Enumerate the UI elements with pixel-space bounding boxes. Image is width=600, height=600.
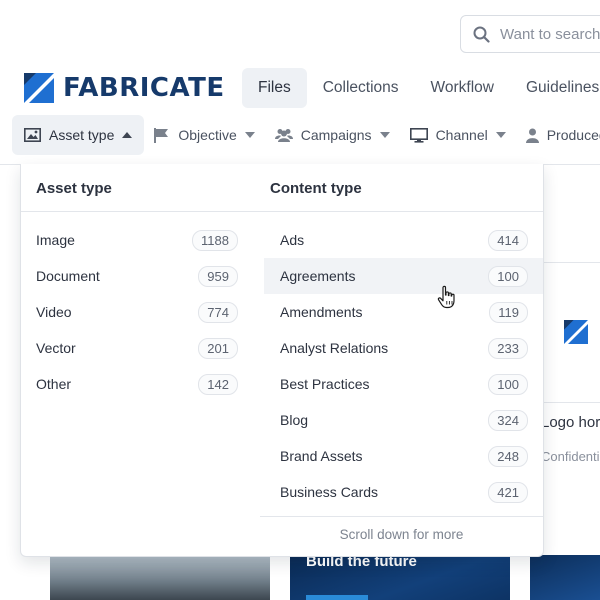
- option-label: Blog: [280, 412, 309, 428]
- option-count: 774: [198, 301, 238, 323]
- option-label: Ads: [280, 232, 305, 248]
- option-label: Image: [36, 232, 75, 248]
- option-ads[interactable]: Ads 414: [264, 222, 543, 258]
- option-vector[interactable]: Vector 201: [21, 330, 253, 366]
- option-count: 100: [488, 373, 528, 395]
- option-document[interactable]: Document 959: [21, 258, 253, 294]
- main-nav: Files Collections Workflow Guidelines: [242, 68, 600, 108]
- asset-card-subtitle: Confidenti: [541, 449, 600, 464]
- filter-bar: Asset type Objective Campaigns Channel P…: [12, 115, 600, 155]
- asset-thumbnail[interactable]: Build the future: [290, 555, 510, 600]
- option-count: 414: [488, 229, 528, 251]
- hand-pointer-cursor-icon: [437, 285, 457, 314]
- tab-workflow[interactable]: Workflow: [415, 68, 510, 108]
- user-icon: [525, 128, 539, 143]
- asset-type-heading: Asset type: [36, 180, 112, 197]
- caret-down-icon: [495, 132, 506, 138]
- option-count: 1188: [192, 229, 238, 251]
- tab-guidelines[interactable]: Guidelines: [510, 68, 600, 108]
- scroll-more-hint: Scroll down for more: [339, 527, 464, 542]
- filter-asset-type[interactable]: Asset type: [12, 115, 145, 155]
- search-box[interactable]: [460, 15, 600, 53]
- option-label: Agreements: [280, 268, 356, 284]
- option-other[interactable]: Other 142: [21, 366, 253, 402]
- option-count: 421: [488, 481, 528, 503]
- option-amendments[interactable]: Amendments 119: [264, 294, 543, 330]
- search-icon: [473, 26, 490, 43]
- brand-logo[interactable]: FABRICATE: [24, 73, 225, 103]
- option-label: Amendments: [280, 304, 363, 320]
- monitor-icon: [409, 127, 428, 143]
- flag-icon: [154, 127, 170, 143]
- option-count: 959: [198, 265, 238, 287]
- brand-name: FABRICATE: [63, 73, 225, 103]
- option-label: Business Cards: [280, 484, 379, 500]
- thumbnail-button-shape: [306, 595, 368, 600]
- content-type-heading: Content type: [270, 180, 362, 197]
- option-image[interactable]: Image 1188: [21, 222, 253, 258]
- filter-label: Objective: [178, 127, 237, 143]
- caret-down-icon: [379, 132, 390, 138]
- option-count: 142: [198, 373, 238, 395]
- dropdown-header-divider: [21, 211, 543, 212]
- scroll-more-divider: [260, 516, 543, 517]
- option-count: 201: [198, 337, 238, 359]
- option-analyst-relations[interactable]: Analyst Relations 233: [264, 330, 543, 366]
- tab-collections[interactable]: Collections: [307, 68, 415, 108]
- filter-label: Channel: [435, 127, 488, 143]
- option-count: 100: [488, 265, 528, 287]
- asset-card-logo-icon: [564, 320, 588, 349]
- filter-channel[interactable]: Channel: [400, 115, 516, 155]
- option-agreements[interactable]: Agreements 100: [264, 258, 543, 294]
- asset-thumbnail[interactable]: [530, 555, 600, 600]
- asset-thumbnail[interactable]: [50, 555, 270, 600]
- option-blog[interactable]: Blog 324: [264, 402, 543, 438]
- option-label: Best Practices: [280, 376, 370, 392]
- content-type-list: Ads 414 Agreements 100 Amendments 119 Analy…: [264, 222, 543, 510]
- option-label: Brand Assets: [280, 448, 363, 464]
- asset-card-divider: [541, 402, 600, 403]
- option-brand-assets[interactable]: Brand Assets 248: [264, 438, 543, 474]
- filter-label: Campaigns: [300, 127, 372, 143]
- image-icon: [24, 128, 41, 142]
- filter-label: Produced b: [546, 127, 600, 143]
- option-label: Analyst Relations: [280, 340, 389, 356]
- option-label: Video: [36, 304, 72, 320]
- option-count: 324: [488, 409, 528, 431]
- caret-up-icon: [122, 132, 133, 138]
- users-icon: [274, 128, 293, 142]
- option-count: 119: [489, 301, 528, 323]
- filter-campaigns[interactable]: Campaigns: [265, 115, 400, 155]
- tab-files[interactable]: Files: [242, 68, 307, 108]
- filter-objective[interactable]: Objective: [144, 115, 264, 155]
- filter-label: Asset type: [49, 127, 115, 143]
- option-label: Document: [36, 268, 100, 284]
- asset-card-title[interactable]: Logo hor: [541, 414, 600, 431]
- caret-down-icon: [244, 132, 255, 138]
- thumbnail-caption: Build the future: [306, 555, 417, 570]
- option-count: 248: [488, 445, 528, 467]
- filter-produced-by[interactable]: Produced b: [516, 115, 600, 155]
- search-input[interactable]: [500, 25, 600, 43]
- option-count: 233: [488, 337, 528, 359]
- option-best-practices[interactable]: Best Practices 100: [264, 366, 543, 402]
- option-video[interactable]: Video 774: [21, 294, 253, 330]
- option-label: Vector: [36, 340, 76, 356]
- option-label: Other: [36, 376, 72, 392]
- asset-type-list: Image 1188 Document 959 Video 774 Vector 201…: [21, 222, 253, 402]
- fabricate-logo-icon: [24, 73, 54, 103]
- option-business-cards[interactable]: Business Cards 421: [264, 474, 543, 510]
